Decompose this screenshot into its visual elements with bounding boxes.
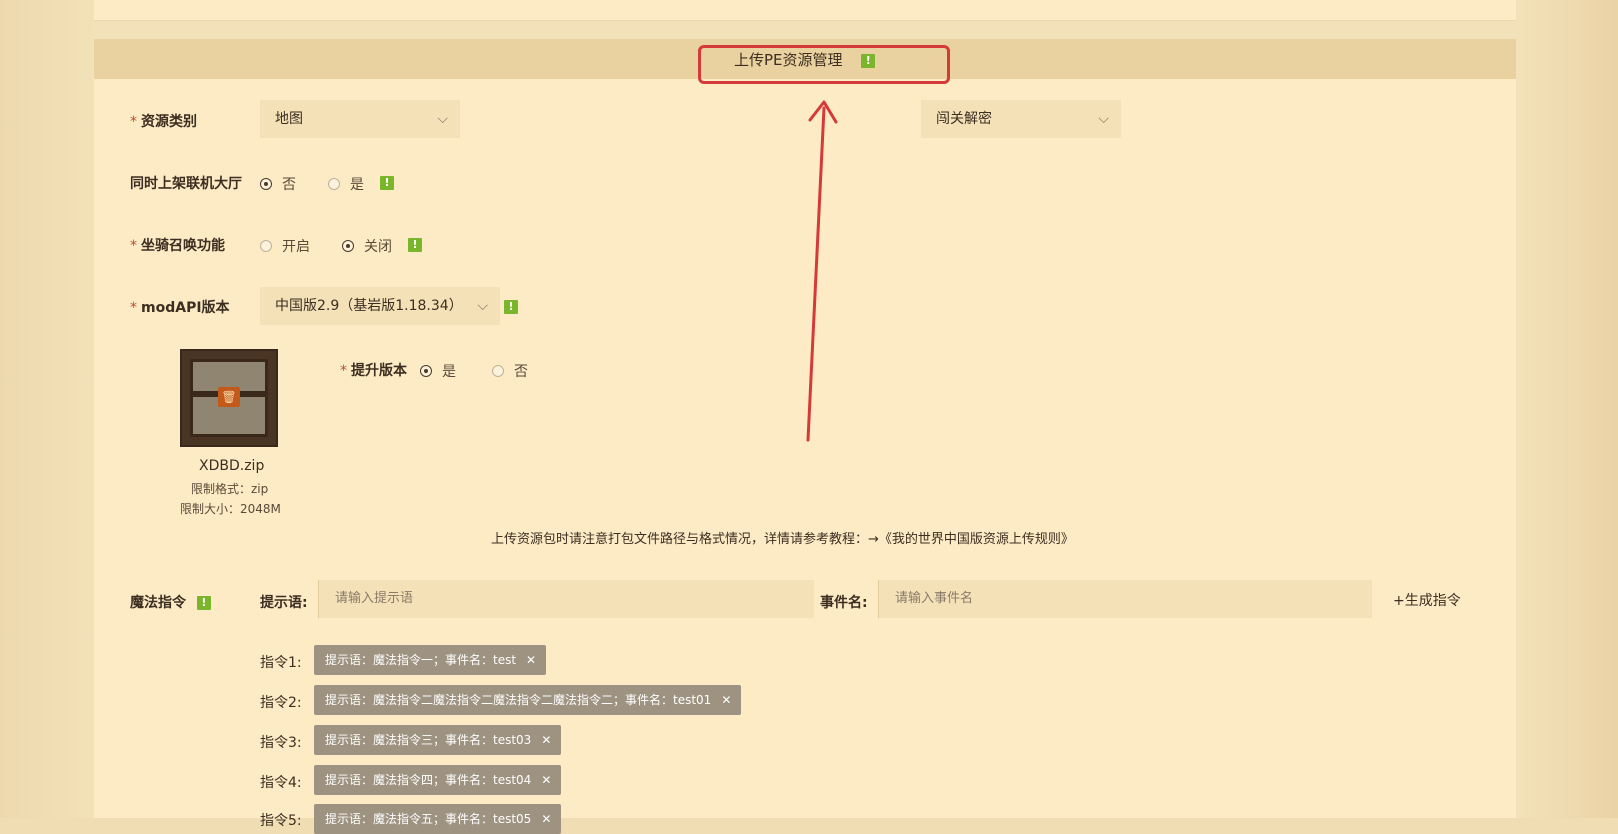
radio-checked-icon — [260, 178, 272, 190]
resource-subtype-select[interactable]: 闯关解密 ⌵ — [921, 100, 1121, 138]
generate-command-button[interactable]: +生成指令 — [1393, 590, 1461, 610]
chevron-down-icon: ⌵ — [1098, 111, 1109, 127]
command-label: 指令3: — [260, 735, 302, 751]
close-icon[interactable]: ✕ — [541, 773, 551, 787]
upgrade-radio-no[interactable]: 否 — [492, 361, 528, 381]
resource-type-label: * 资源类别 — [130, 114, 197, 130]
mount-label: * 坐骑召唤功能 — [130, 238, 225, 254]
file-size-limit: 限制大小：2048M — [180, 502, 281, 516]
radio-checked-icon — [342, 240, 354, 252]
warning-icon[interactable]: ! — [504, 300, 518, 314]
uploaded-file-thumbnail: 🗑 — [180, 349, 278, 447]
radio-unchecked-icon — [492, 365, 504, 377]
resource-type-value: 地图 — [275, 111, 303, 127]
command-chip: 提示语：魔法指令五；事件名：test05 ✕ — [314, 804, 562, 834]
radio-unchecked-icon — [260, 240, 272, 252]
modapi-version-select[interactable]: 中国版2.9（基岩版1.18.34） ⌵ — [260, 287, 500, 325]
prompt-label: 提示语: — [260, 595, 308, 611]
lobby-label: 同时上架联机大厅 — [130, 176, 242, 192]
command-label: 指令2: — [260, 695, 302, 711]
mount-radio-on[interactable]: 开启 — [260, 236, 310, 256]
upgrade-radio-yes[interactable]: 是 — [420, 361, 456, 381]
command-chip-text: 提示语：魔法指令三；事件名：test03 — [325, 733, 532, 747]
command-label: 指令5: — [260, 813, 302, 829]
magic-label: 魔法指令 ! — [130, 592, 211, 612]
resource-type-select[interactable]: 地图 ⌵ — [260, 100, 460, 138]
mount-radio-off[interactable]: 关闭 — [342, 236, 392, 256]
warning-icon[interactable]: ! — [408, 238, 422, 252]
upgrade-label: * 提升版本 — [340, 363, 407, 379]
magic-label-text: 魔法指令 — [130, 595, 186, 611]
trash-icon[interactable]: 🗑 — [218, 387, 240, 407]
prompt-input[interactable]: 请输入提示语 — [318, 580, 814, 618]
command-chip: 提示语：魔法指令四；事件名：test04 ✕ — [314, 765, 562, 795]
warning-icon[interactable]: ! — [380, 176, 394, 190]
file-name: XDBD.zip — [199, 458, 265, 474]
command-chip: 提示语：魔法指令三；事件名：test03 ✕ — [314, 725, 562, 755]
command-label: 指令1: — [260, 655, 302, 671]
event-label: 事件名: — [820, 595, 868, 611]
radio-checked-icon — [420, 365, 432, 377]
resource-subtype-value: 闯关解密 — [936, 111, 992, 127]
lobby-radio-yes[interactable]: 是 — [328, 174, 364, 194]
close-icon[interactable]: ✕ — [721, 693, 731, 707]
command-chip: 提示语：魔法指令一；事件名：test ✕ — [314, 645, 547, 675]
command-label: 指令4: — [260, 775, 302, 791]
chevron-down-icon: ⌵ — [437, 111, 448, 127]
close-icon[interactable]: ✕ — [526, 653, 536, 667]
radio-unchecked-icon — [328, 178, 340, 190]
close-icon[interactable]: ✕ — [541, 733, 551, 747]
event-input[interactable]: 请输入事件名 — [878, 580, 1372, 618]
command-chip-text: 提示语：魔法指令五；事件名：test05 — [325, 812, 532, 826]
command-chip-text: 提示语：魔法指令二魔法指令二魔法指令二魔法指令二；事件名：test01 — [325, 693, 712, 707]
modapi-label: * modAPI版本 — [130, 300, 230, 316]
warning-icon[interactable]: ! — [196, 596, 211, 610]
file-format-limit: 限制格式：zip — [191, 482, 269, 496]
modapi-version-value: 中国版2.9（基岩版1.18.34） — [275, 298, 463, 314]
command-chip-text: 提示语：魔法指令一；事件名：test — [325, 653, 517, 667]
upload-note: 上传资源包时请注意打包文件路径与格式情况，详情请参考教程：→《我的世界中国版资源… — [491, 532, 1074, 547]
command-chip-text: 提示语：魔法指令四；事件名：test04 — [325, 773, 532, 787]
close-icon[interactable]: ✕ — [541, 812, 551, 826]
chevron-down-icon: ⌵ — [477, 298, 488, 314]
lobby-radio-no[interactable]: 否 — [260, 174, 296, 194]
command-chip: 提示语：魔法指令二魔法指令二魔法指令二魔法指令二；事件名：test01 ✕ — [314, 685, 742, 715]
